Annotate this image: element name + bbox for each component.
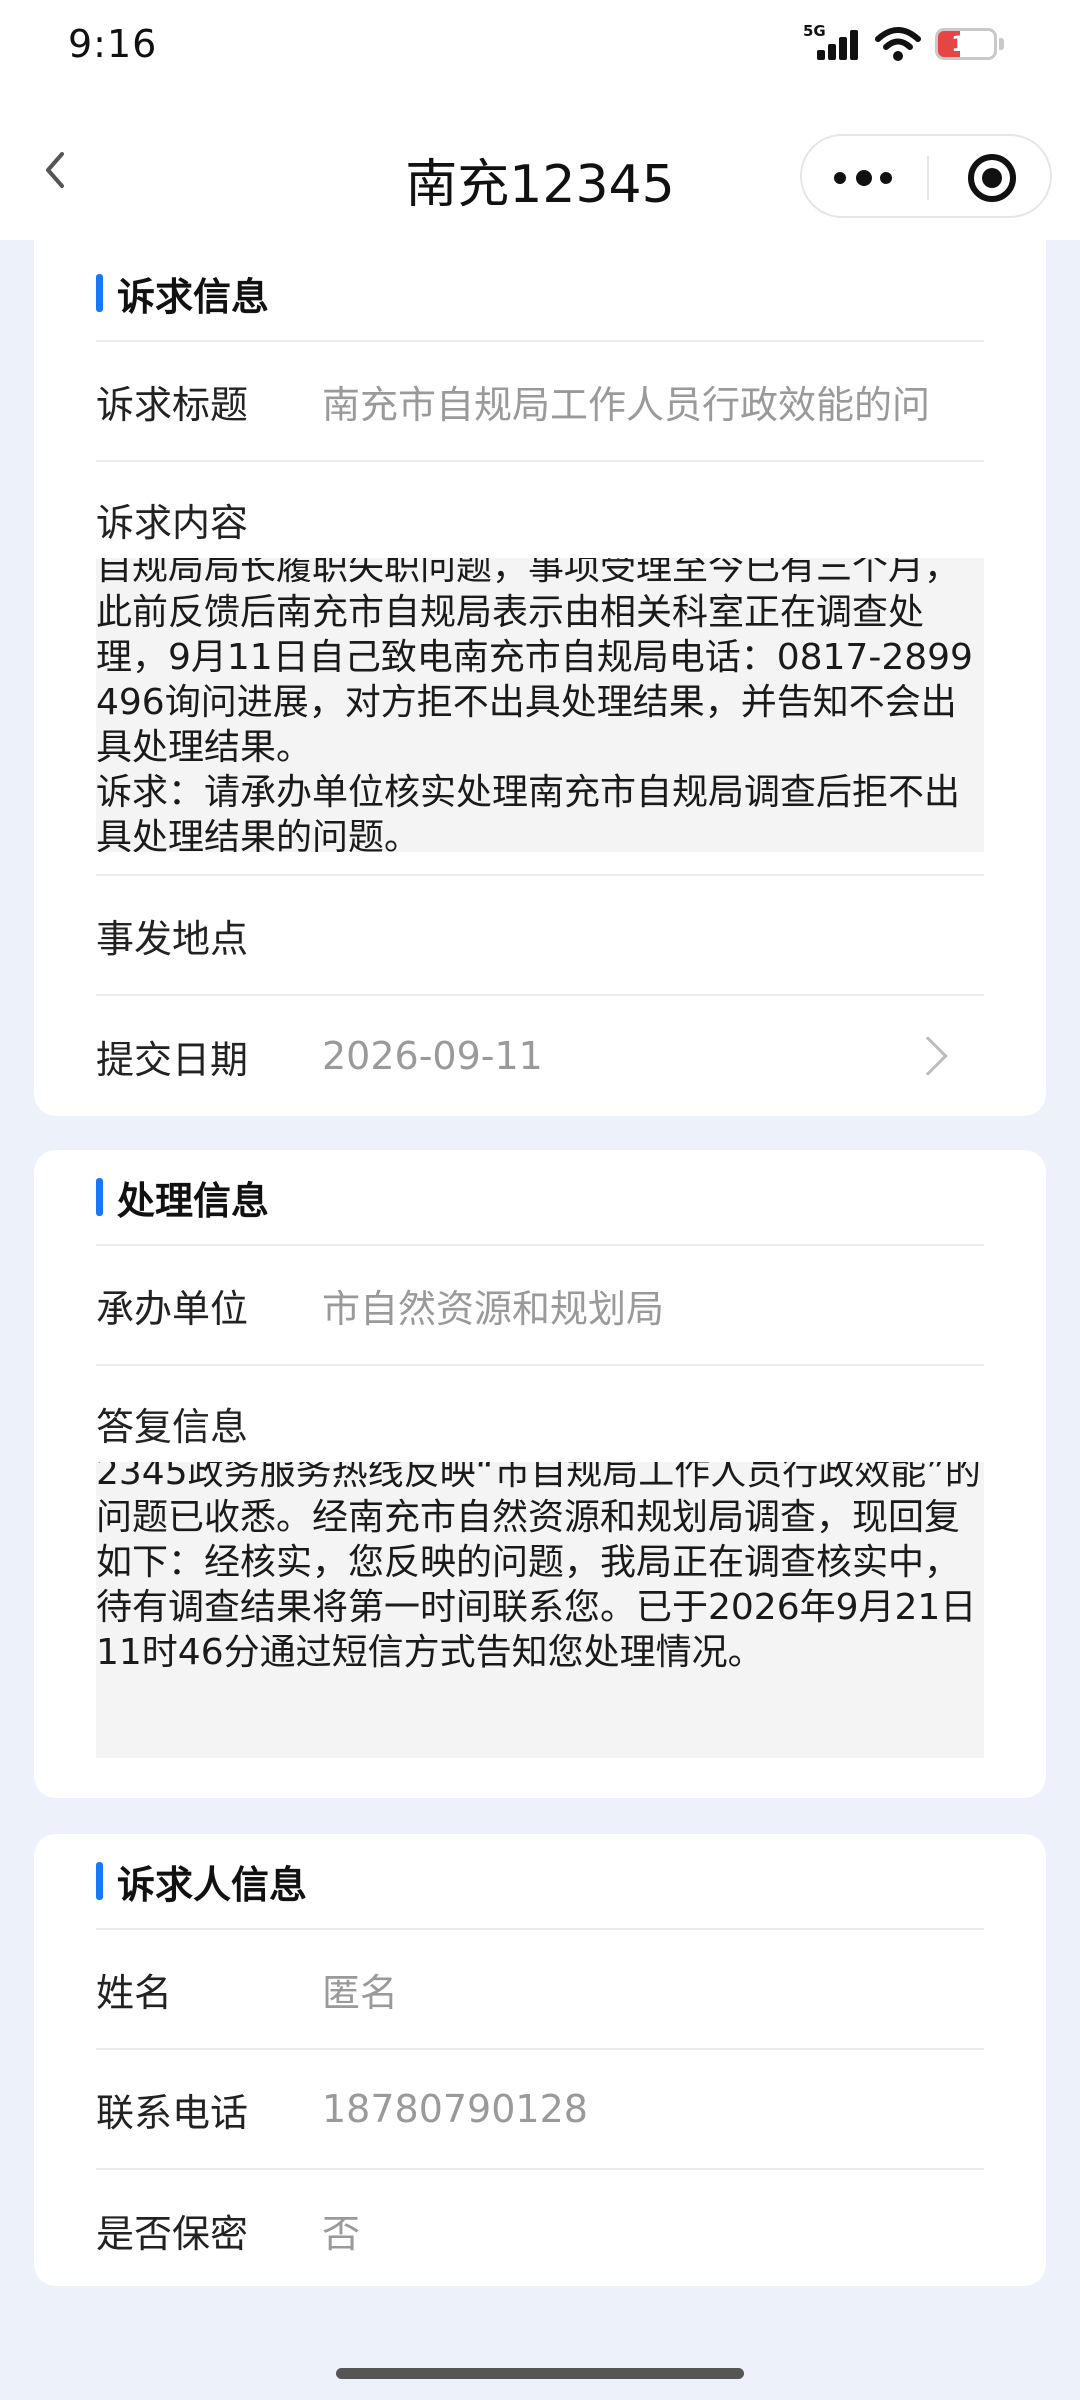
- handling-info-title: 处理信息: [117, 1178, 270, 1223]
- submit-date-value: 2026-09-11: [322, 1034, 543, 1078]
- more-icon[interactable]: [834, 168, 894, 188]
- handling-info-card: 处理信息 承办单位 市自然资源和规划局 答复信息 2345政务服务热线反映“市自…: [34, 1150, 1046, 1798]
- handling-unit-label: 承办单位: [96, 1286, 249, 1331]
- confidential-value: 否: [322, 2211, 361, 2256]
- submit-date-row[interactable]: 提交日期 2026-09-11: [96, 996, 984, 1116]
- reply-text: 2345政务服务热线反映“市自规局工作人员行政效能”的问题已收悉。经南充市自然资…: [96, 1462, 981, 1673]
- submit-date-label: 提交日期: [96, 1037, 249, 1082]
- appeal-content-section: 诉求内容 自规局局长履职失职问题，事项受理至今已有三个月，此前反馈后南充市自规局…: [96, 462, 984, 876]
- appeal-info-title: 诉求信息: [117, 274, 270, 319]
- battery-icon: 11: [935, 28, 997, 60]
- wifi-icon: [875, 27, 921, 61]
- confidential-row: 是否保密 否: [96, 2170, 984, 2290]
- miniprogram-capsule: [800, 134, 1052, 218]
- reply-label: 答复信息: [96, 1405, 249, 1449]
- signal-icon: 5G: [803, 22, 861, 64]
- appellant-phone-row: 联系电话 18780790128: [96, 2050, 984, 2170]
- status-bar: 9:16 5G 11: [0, 0, 1080, 90]
- home-indicator[interactable]: [336, 2368, 744, 2379]
- handling-unit-row: 承办单位 市自然资源和规划局: [96, 1246, 984, 1366]
- appeal-info-header: 诉求信息: [96, 246, 984, 342]
- section-accent-bar: [96, 1178, 103, 1216]
- reply-section: 答复信息 2345政务服务热线反映“市自规局工作人员行政效能”的问题已收悉。经南…: [96, 1366, 984, 1758]
- handling-unit-value: 市自然资源和规划局: [322, 1286, 665, 1331]
- incident-location-label: 事发地点: [96, 916, 249, 961]
- battery-level: 11: [951, 32, 981, 56]
- appellant-info-header: 诉求人信息: [96, 1834, 984, 1930]
- capsule-divider: [927, 156, 929, 200]
- appeal-info-card: 诉求信息 诉求标题 南充市自规局工作人员行政效能的问 诉求内容 自规局局长履职失…: [34, 200, 1046, 1116]
- handling-info-header: 处理信息: [96, 1150, 984, 1246]
- status-icons: 5G 11: [803, 22, 1004, 64]
- appellant-phone-label: 联系电话: [96, 2090, 249, 2135]
- section-accent-bar: [96, 274, 103, 312]
- nav-bar: 南充12345: [0, 120, 1080, 220]
- appeal-subject-row[interactable]: 诉求标题 南充市自规局工作人员行政效能的问: [96, 342, 984, 462]
- incident-location-row[interactable]: 事发地点: [96, 876, 984, 996]
- appellant-name-row: 姓名 匿名: [96, 1930, 984, 2050]
- appeal-subject-value: 南充市自规局工作人员行政效能的问: [322, 382, 931, 427]
- appeal-content-textbox[interactable]: 自规局局长履职失职问题，事项受理至今已有三个月，此前反馈后南充市自规局表示由相关…: [96, 558, 984, 852]
- network-type: 5G: [803, 22, 826, 40]
- appeal-subject-label: 诉求标题: [96, 382, 249, 427]
- section-accent-bar: [96, 1862, 103, 1900]
- target-icon[interactable]: [968, 154, 1016, 202]
- top-header: 9:16 5G 11 南充12345: [0, 0, 1080, 240]
- confidential-label: 是否保密: [96, 2211, 249, 2256]
- appellant-info-title: 诉求人信息: [117, 1862, 308, 1907]
- appeal-content-text: 自规局局长履职失职问题，事项受理至今已有三个月，此前反馈后南充市自规局表示由相关…: [96, 558, 973, 852]
- appellant-phone-value: 18780790128: [322, 2087, 588, 2131]
- appellant-name-value: 匿名: [322, 1970, 399, 2015]
- appeal-content-label: 诉求内容: [96, 501, 249, 545]
- appellant-name-label: 姓名: [96, 1970, 173, 2015]
- status-time: 9:16: [68, 22, 158, 66]
- reply-textbox[interactable]: 2345政务服务热线反映“市自规局工作人员行政效能”的问题已收悉。经南充市自然资…: [96, 1462, 984, 1758]
- appellant-info-card: 诉求人信息 姓名 匿名 联系电话 18780790128 是否保密 否: [34, 1834, 1046, 2286]
